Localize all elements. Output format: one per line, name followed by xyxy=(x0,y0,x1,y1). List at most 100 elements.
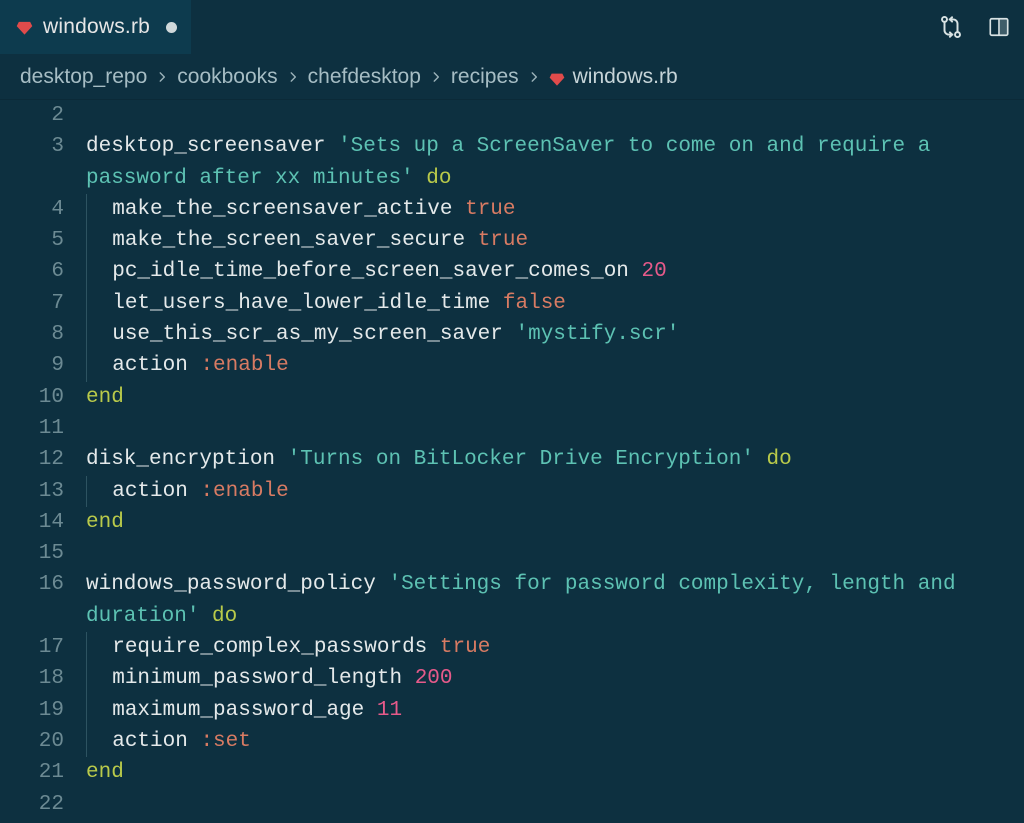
editor-tab[interactable]: windows.rb xyxy=(0,0,191,54)
breadcrumb-file[interactable]: windows.rb xyxy=(549,65,678,89)
token-true: true xyxy=(440,636,490,659)
indent-guide-icon xyxy=(86,288,87,319)
ruby-icon xyxy=(549,69,565,85)
code-line[interactable]: action :enable xyxy=(86,476,1014,507)
code-line[interactable] xyxy=(86,538,1014,569)
token-sp xyxy=(503,323,516,346)
line-number: 5 xyxy=(0,225,64,256)
token-true: true xyxy=(478,229,528,252)
code-line[interactable]: end xyxy=(86,382,1014,413)
code-line[interactable]: let_users_have_lower_idle_time false xyxy=(86,288,1014,319)
token-do: do xyxy=(212,605,237,628)
tab-bar: windows.rb xyxy=(0,0,1024,55)
token-sp xyxy=(364,699,377,722)
line-number-wrap xyxy=(0,163,64,194)
line-number-wrap xyxy=(0,601,64,632)
breadcrumb-segment[interactable]: chefdesktop xyxy=(308,65,421,89)
line-number: 7 xyxy=(0,288,64,319)
line-number: 4 xyxy=(0,194,64,225)
token-call: action xyxy=(112,480,188,503)
token-call: let_users_have_lower_idle_time xyxy=(112,292,490,315)
token-str: password after xx minutes' xyxy=(86,167,414,190)
token-call: make_the_screensaver_active xyxy=(112,198,452,221)
tab-filename: windows.rb xyxy=(43,15,150,39)
breadcrumb-segment[interactable]: cookbooks xyxy=(177,65,277,89)
breadcrumb-segment[interactable]: desktop_repo xyxy=(20,65,147,89)
code-content[interactable]: desktop_screensaver 'Sets up a ScreenSav… xyxy=(86,100,1024,820)
token-num: 200 xyxy=(415,667,453,690)
code-line[interactable] xyxy=(86,100,1014,131)
token-sp xyxy=(754,448,767,471)
code-line[interactable]: action :set xyxy=(86,726,1014,757)
code-line[interactable]: end xyxy=(86,507,1014,538)
token-num: 11 xyxy=(377,699,402,722)
code-line[interactable] xyxy=(86,413,1014,444)
line-number: 11 xyxy=(0,413,64,444)
token-sym: :enable xyxy=(200,354,288,377)
breadcrumb-filename: windows.rb xyxy=(573,65,678,89)
code-line[interactable]: make_the_screensaver_active true xyxy=(86,194,1014,225)
indent-guide-icon xyxy=(86,632,87,663)
code-line[interactable]: desktop_screensaver 'Sets up a ScreenSav… xyxy=(86,131,1014,162)
line-number: 13 xyxy=(0,476,64,507)
code-line[interactable]: require_complex_passwords true xyxy=(86,632,1014,663)
token-sp xyxy=(275,448,288,471)
split-editor-icon[interactable] xyxy=(988,16,1010,38)
breadcrumb-segment[interactable]: recipes xyxy=(451,65,519,89)
code-editor[interactable]: 2345678910111213141516171819202122 deskt… xyxy=(0,100,1024,820)
line-number: 12 xyxy=(0,444,64,475)
code-line[interactable]: windows_password_policy 'Settings for pa… xyxy=(86,569,1014,600)
chevron-right-icon xyxy=(155,70,169,84)
token-str: duration' xyxy=(86,605,199,628)
indent-guide-icon xyxy=(86,319,87,350)
token-str: 'Settings for password complexity, lengt… xyxy=(388,573,968,596)
token-end: end xyxy=(86,511,124,534)
token-true: true xyxy=(465,198,515,221)
line-number: 17 xyxy=(0,632,64,663)
code-line[interactable]: make_the_screen_saver_secure true xyxy=(86,225,1014,256)
token-end: end xyxy=(86,386,124,409)
code-line[interactable]: action :enable xyxy=(86,350,1014,381)
token-str: 'Sets up a ScreenSaver to come on and re… xyxy=(338,135,943,158)
token-sym: :set xyxy=(200,730,250,753)
token-call: maximum_password_age xyxy=(112,699,364,722)
code-line[interactable]: maximum_password_age 11 xyxy=(86,695,1014,726)
token-do: do xyxy=(426,167,451,190)
line-number: 2 xyxy=(0,100,64,131)
token-str: 'Turns on BitLocker Drive Encryption' xyxy=(288,448,754,471)
line-number: 9 xyxy=(0,350,64,381)
token-call: windows_password_policy xyxy=(86,573,376,596)
token-sp xyxy=(629,260,642,283)
token-call: disk_encryption xyxy=(86,448,275,471)
indent-guide-icon xyxy=(86,225,87,256)
line-number: 6 xyxy=(0,256,64,287)
code-line[interactable]: use_this_scr_as_my_screen_saver 'mystify… xyxy=(86,319,1014,350)
line-number: 15 xyxy=(0,538,64,569)
line-number: 20 xyxy=(0,726,64,757)
code-line[interactable]: disk_encryption 'Turns on BitLocker Driv… xyxy=(86,444,1014,475)
line-number: 14 xyxy=(0,507,64,538)
token-sym: :enable xyxy=(200,480,288,503)
token-sp xyxy=(465,229,478,252)
token-end: end xyxy=(86,761,124,784)
code-line[interactable]: minimum_password_length 200 xyxy=(86,663,1014,694)
dirty-indicator-icon xyxy=(166,22,177,33)
code-line[interactable]: end xyxy=(86,757,1014,788)
ruby-icon xyxy=(16,19,33,36)
code-line[interactable]: password after xx minutes' do xyxy=(86,163,1014,194)
compare-changes-icon[interactable] xyxy=(938,14,964,40)
token-sp xyxy=(490,292,503,315)
token-sp xyxy=(452,198,465,221)
line-number: 19 xyxy=(0,695,64,726)
line-number: 22 xyxy=(0,789,64,820)
indent-guide-icon xyxy=(86,695,87,726)
token-call: action xyxy=(112,730,188,753)
line-number: 8 xyxy=(0,319,64,350)
line-number: 10 xyxy=(0,382,64,413)
code-line[interactable]: duration' do xyxy=(86,601,1014,632)
token-sp xyxy=(427,636,440,659)
code-line[interactable] xyxy=(86,789,1014,820)
code-line[interactable]: pc_idle_time_before_screen_saver_comes_o… xyxy=(86,256,1014,287)
chevron-right-icon xyxy=(429,70,443,84)
indent-guide-icon xyxy=(86,476,87,507)
